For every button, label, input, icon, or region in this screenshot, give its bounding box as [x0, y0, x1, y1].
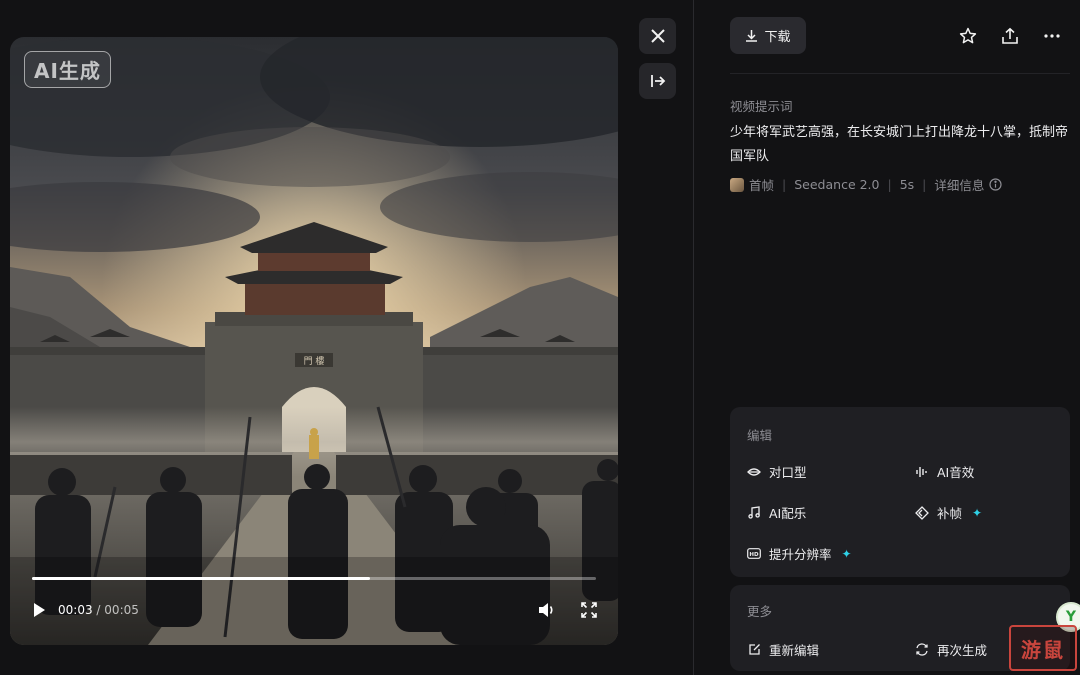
download-label: 下载 [764, 30, 791, 45]
length-label: 5s [899, 177, 915, 192]
sparkle-icon: ✦ [841, 546, 852, 561]
tool-label: AI配乐 [769, 506, 807, 521]
tool-label: 对口型 [769, 465, 807, 480]
player-controls: 00:03 / 00:05 [30, 599, 598, 621]
progress-bar[interactable] [32, 577, 596, 580]
hd-icon: HD [747, 547, 761, 561]
svg-text:HD: HD [749, 552, 759, 558]
music-note-icon [747, 506, 761, 520]
meta-separator: | [782, 177, 787, 192]
edit-card: 编辑 对口型 AI音效 AI配乐 补帧 ✦ HD 提升分辨率 ✦ [730, 407, 1070, 577]
prompt-label: 视频提示词 [730, 99, 793, 114]
header-actions [958, 26, 1062, 46]
generation-meta: 首帧 | Seedance 2.0 | 5s | 详细信息 [730, 175, 1003, 194]
download-button[interactable]: 下载 [730, 17, 806, 54]
audio-wave-icon [915, 465, 929, 479]
header-divider [730, 73, 1070, 74]
gate-plaque: 門 樓 [304, 355, 325, 367]
play-icon[interactable] [30, 601, 48, 619]
upscale-button[interactable]: HD 提升分辨率 ✦ [747, 544, 852, 563]
regenerate-icon [915, 643, 929, 657]
current-time: 00:03 [58, 603, 93, 617]
video-frame: 門 樓 [10, 37, 618, 645]
frame-interpolation-button[interactable]: 补帧 ✦ [915, 503, 982, 522]
tool-label: 重新编辑 [769, 643, 820, 658]
lip-sync-button[interactable]: 对口型 [747, 462, 807, 481]
info-icon[interactable] [989, 178, 1003, 191]
re-edit-button[interactable]: 重新编辑 [747, 640, 819, 659]
video-player[interactable]: 門 樓 AI生成 00:03 / 00:05 [10, 37, 618, 645]
close-icon [650, 29, 665, 43]
tool-label: 补帧 [937, 506, 963, 521]
details-link[interactable]: 详细信息 [934, 175, 984, 194]
first-frame-thumbnail [730, 177, 744, 192]
edit-card-title: 编辑 [747, 428, 773, 443]
prompt-text: 少年将军武艺高强，在长安城门上打出降龙十八掌，抵制帝国军队 [730, 125, 1069, 164]
volume-icon[interactable] [538, 601, 556, 619]
time-display: 00:03 / 00:05 [58, 603, 139, 617]
lips-icon [747, 465, 761, 479]
panel-divider [693, 0, 694, 675]
model-label: Seedance 2.0 [794, 177, 880, 192]
sparkle-icon: ✦ [972, 505, 983, 520]
collapse-panel-icon [650, 75, 665, 87]
tool-label: AI音效 [937, 465, 975, 480]
ai-sound-effect-button[interactable]: AI音效 [915, 462, 974, 481]
meta-separator: | [922, 177, 927, 192]
progress-fill [32, 577, 371, 580]
meta-separator: | [887, 177, 892, 192]
share-icon[interactable] [1000, 26, 1020, 46]
regenerate-button[interactable]: 再次生成 [915, 640, 987, 659]
first-frame-label: 首帧 [749, 178, 775, 193]
watermark-stamp: 游鼠 [1009, 625, 1077, 671]
tool-label: 再次生成 [937, 643, 988, 658]
download-icon [746, 30, 758, 42]
fullscreen-icon[interactable] [580, 601, 598, 619]
re-edit-icon [747, 643, 761, 657]
close-button[interactable] [639, 18, 676, 54]
duration: 00:05 [104, 603, 139, 617]
more-icon[interactable] [1042, 26, 1062, 46]
time-separator: / [96, 603, 101, 617]
tool-label: 提升分辨率 [769, 547, 832, 562]
frame-interpolate-icon [915, 505, 929, 520]
more-card-title: 更多 [747, 604, 773, 619]
ai-generated-badge: AI生成 [24, 51, 111, 88]
ai-music-button[interactable]: AI配乐 [747, 503, 806, 522]
star-icon[interactable] [958, 26, 978, 46]
collapse-panel-button[interactable] [639, 63, 676, 99]
